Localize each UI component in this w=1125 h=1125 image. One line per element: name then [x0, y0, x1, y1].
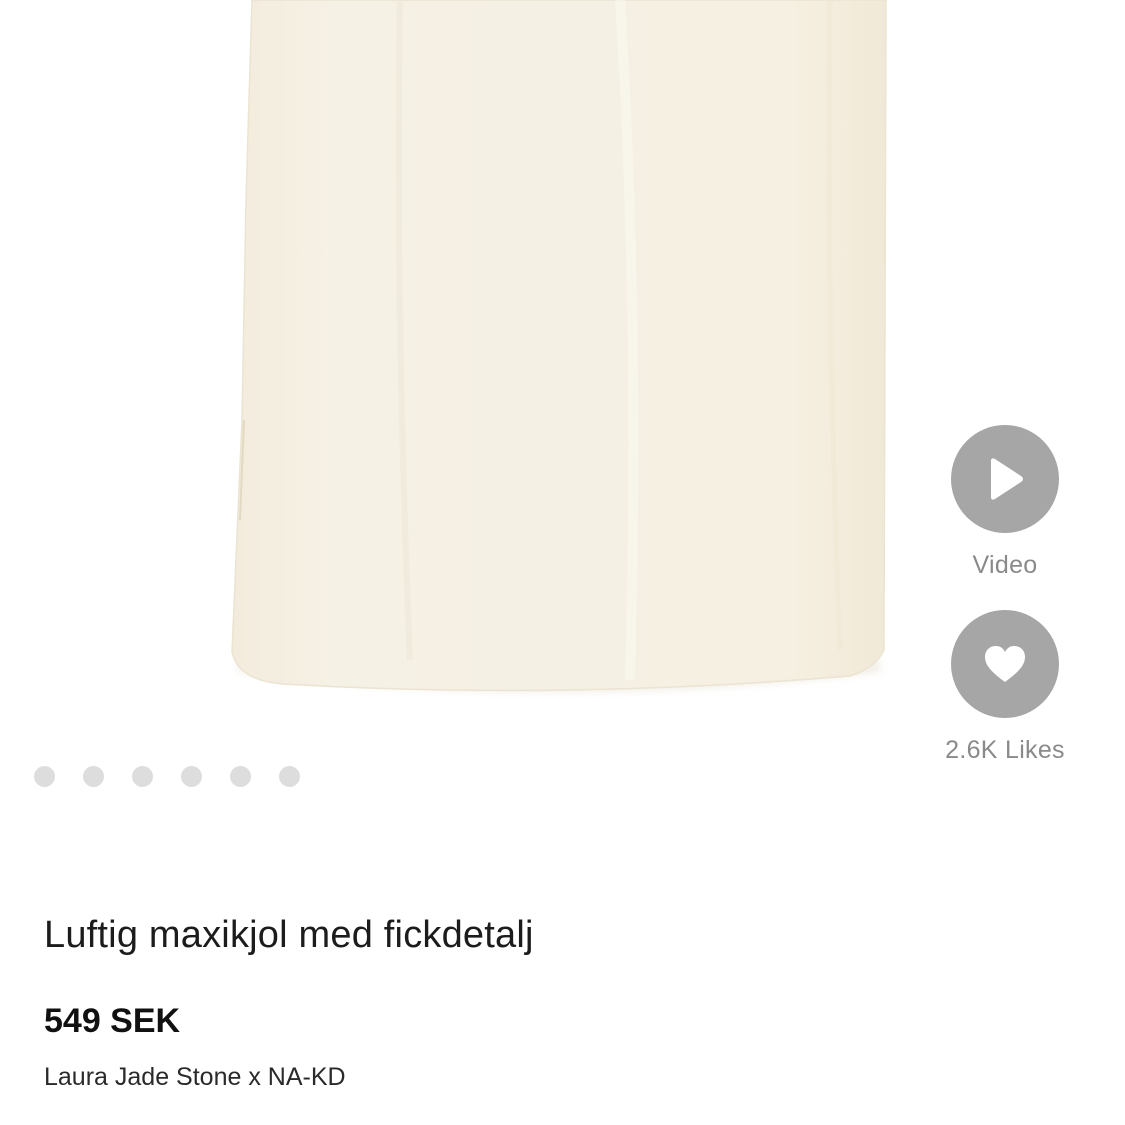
carousel-dot[interactable] — [279, 766, 300, 787]
product-image[interactable] — [0, 0, 1125, 740]
product-price: 549 SEK — [44, 1002, 181, 1040]
product-brand-link[interactable]: Laura Jade Stone x NA-KD — [44, 1063, 346, 1092]
carousel-dot[interactable] — [34, 766, 55, 787]
dress-photo — [231, 0, 887, 692]
likes-count-label: 2.6K Likes — [945, 736, 1065, 764]
carousel-dot[interactable] — [181, 766, 202, 787]
image-carousel-dots — [34, 766, 300, 787]
play-icon — [991, 458, 1023, 500]
carousel-dot[interactable] — [83, 766, 104, 787]
heart-icon — [985, 646, 1025, 682]
carousel-dot[interactable] — [132, 766, 153, 787]
carousel-dot[interactable] — [230, 766, 251, 787]
video-button[interactable] — [951, 425, 1059, 533]
product-page: Video 2.6K Likes Luftig maxikjol med fic… — [0, 0, 1125, 1125]
like-button[interactable] — [951, 610, 1059, 718]
video-label: Video — [972, 551, 1038, 579]
product-title: Luftig maxikjol med fickdetalj — [44, 914, 534, 956]
